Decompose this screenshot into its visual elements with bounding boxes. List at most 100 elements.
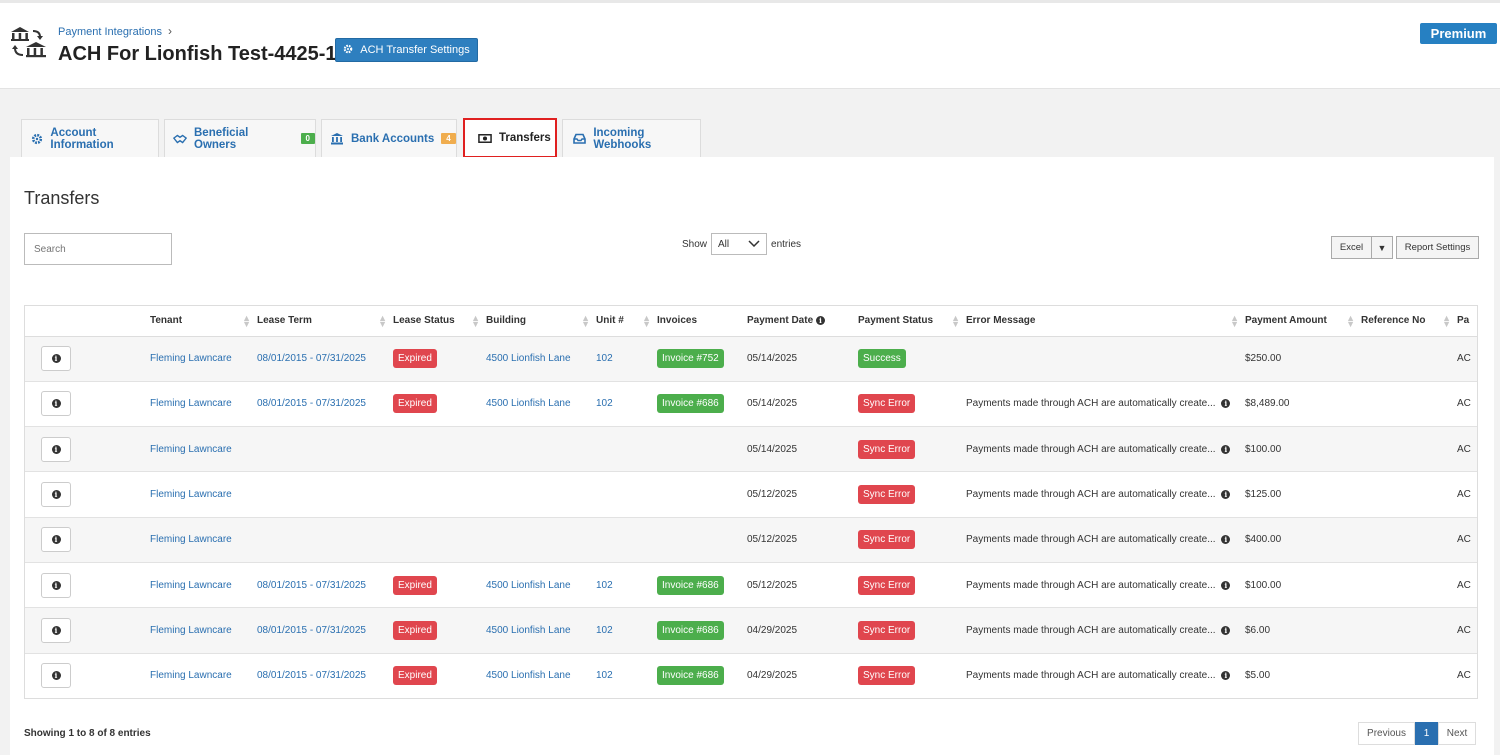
- col-header-lease-term[interactable]: Lease Term ▲ ▼: [257, 306, 393, 337]
- error-message-text: Payments made through ACH are automatica…: [966, 534, 1231, 545]
- col-header-unit[interactable]: Unit # ▲ ▼: [596, 306, 657, 337]
- premium-badge[interactable]: Premium: [1420, 23, 1497, 44]
- cell-building: [486, 471, 596, 518]
- table-row: i Fleming Lawncare 08/01/2015 - 07/31/2025…: [25, 381, 1477, 428]
- col-header-payment-amount[interactable]: Payment Amount ▲ ▼: [1245, 306, 1361, 337]
- sort-icon: ▲ ▼: [378, 313, 387, 329]
- payment-status-badge: Sync Error: [858, 530, 916, 550]
- unit-link[interactable]: 102: [596, 670, 613, 681]
- table-row: i Fleming Lawncare 08/01/2015 - 07/31/2025…: [25, 607, 1477, 654]
- unit-link[interactable]: 102: [596, 398, 613, 409]
- cell-payment-amount: $100.00: [1245, 426, 1361, 473]
- tab-transfers[interactable]: Transfers: [463, 118, 557, 158]
- tab-bank-accounts[interactable]: Bank Accounts 4: [321, 119, 457, 157]
- entries-select[interactable]: All: [711, 233, 768, 255]
- search-input[interactable]: [24, 233, 172, 265]
- info-icon[interactable]: i: [1221, 580, 1231, 590]
- lease-term-link[interactable]: 08/01/2015 - 07/31/2025: [257, 398, 366, 409]
- col-header-lease-status[interactable]: Lease Status ▲ ▼: [393, 306, 486, 337]
- lease-term-link[interactable]: 08/01/2015 - 07/31/2025: [257, 625, 366, 636]
- cell-reference-no: [1361, 381, 1457, 428]
- page-1-button[interactable]: 1: [1415, 722, 1438, 745]
- tab-beneficial-owners[interactable]: Beneficial Owners 0: [164, 119, 316, 157]
- building-link[interactable]: 4500 Lionfish Lane: [486, 398, 571, 409]
- excel-export-button[interactable]: Excel: [1331, 236, 1372, 259]
- row-details-button[interactable]: i: [41, 527, 71, 553]
- invoice-badge[interactable]: Invoice #686: [657, 394, 724, 414]
- excel-dropdown-caret-icon[interactable]: ▼: [1371, 236, 1393, 259]
- col-header-error-message[interactable]: Error Message ▲ ▼: [966, 306, 1245, 337]
- lease-term-link[interactable]: 08/01/2015 - 07/31/2025: [257, 580, 366, 591]
- invoice-badge[interactable]: Invoice #752: [657, 349, 724, 369]
- lease-term-link[interactable]: 08/01/2015 - 07/31/2025: [257, 353, 366, 364]
- row-details-button[interactable]: i: [41, 482, 71, 508]
- invoice-badge[interactable]: Invoice #686: [657, 575, 724, 595]
- tenant-link[interactable]: Fleming Lawncare: [150, 625, 232, 636]
- table-row: i Fleming Lawncare 05/14/2025 Sync Error Pay…: [25, 426, 1477, 473]
- previous-page-button[interactable]: Previous: [1358, 722, 1415, 745]
- cell-info: i: [25, 426, 150, 473]
- row-details-button[interactable]: i: [41, 572, 71, 598]
- col-header-payment-status[interactable]: Payment Status ▲ ▼: [858, 306, 966, 337]
- tenant-link[interactable]: Fleming Lawncare: [150, 353, 232, 364]
- tenant-link[interactable]: Fleming Lawncare: [150, 489, 232, 500]
- cell-invoice: Invoice #686: [657, 607, 747, 654]
- report-settings-button[interactable]: Report Settings: [1396, 236, 1479, 259]
- col-header-building[interactable]: Building ▲ ▼: [486, 306, 596, 337]
- unit-link[interactable]: 102: [596, 580, 613, 591]
- lease-term-link[interactable]: 08/01/2015 - 07/31/2025: [257, 670, 366, 681]
- cell-unit: [596, 471, 657, 518]
- cell-error-message: Payments made through ACH are automatica…: [966, 653, 1245, 698]
- building-link[interactable]: 4500 Lionfish Lane: [486, 580, 571, 591]
- cell-lease-term: [257, 471, 393, 518]
- cell-payment-method: AC: [1457, 336, 1477, 382]
- cell-payment-status: Sync Error: [858, 653, 966, 698]
- cell-info: i: [25, 562, 150, 609]
- unit-link[interactable]: 102: [596, 625, 613, 636]
- tenant-link[interactable]: Fleming Lawncare: [150, 444, 232, 455]
- col-header-reference-no[interactable]: Reference No ▲ ▼: [1361, 306, 1457, 337]
- info-icon[interactable]: i: [1221, 671, 1231, 681]
- breadcrumb-payment-integrations[interactable]: Payment Integrations: [58, 26, 162, 38]
- tenant-link[interactable]: Fleming Lawncare: [150, 670, 232, 681]
- row-details-button[interactable]: i: [41, 391, 71, 417]
- section-title: Transfers: [24, 188, 100, 208]
- table-row: i Fleming Lawncare 08/01/2015 - 07/31/2025…: [25, 653, 1477, 698]
- col-header-payment-date[interactable]: Payment Date i: [747, 306, 858, 337]
- tenant-link[interactable]: Fleming Lawncare: [150, 534, 232, 545]
- tenant-link[interactable]: Fleming Lawncare: [150, 580, 232, 591]
- building-link[interactable]: 4500 Lionfish Lane: [486, 353, 571, 364]
- tenant-link[interactable]: Fleming Lawncare: [150, 398, 232, 409]
- tab-label: Beneficial Owners: [194, 126, 249, 151]
- tab-incoming-webhooks[interactable]: Incoming Webhooks: [562, 119, 701, 157]
- cell-lease-term: 08/01/2015 - 07/31/2025: [257, 607, 393, 654]
- cell-building: 4500 Lionfish Lane: [486, 562, 596, 609]
- invoice-badge[interactable]: Invoice #686: [657, 666, 724, 686]
- unit-link[interactable]: 102: [596, 353, 613, 364]
- tab-account-information[interactable]: Account Information: [21, 119, 159, 157]
- row-details-button[interactable]: i: [41, 617, 71, 643]
- ach-transfer-settings-button[interactable]: ACH Transfer Settings: [335, 38, 478, 62]
- col-header-tenant[interactable]: Tenant ▲ ▼: [150, 306, 257, 337]
- building-link[interactable]: 4500 Lionfish Lane: [486, 670, 571, 681]
- row-details-button[interactable]: i: [41, 436, 71, 462]
- info-icon[interactable]: i: [815, 316, 825, 326]
- pagination: Previous 1 Next: [1358, 722, 1476, 745]
- info-icon[interactable]: i: [1221, 625, 1231, 635]
- info-icon[interactable]: i: [1221, 535, 1231, 545]
- building-link[interactable]: 4500 Lionfish Lane: [486, 625, 571, 636]
- tab-label: Account Information: [50, 126, 114, 151]
- info-icon[interactable]: i: [1221, 444, 1231, 454]
- cell-invoice: [657, 517, 747, 563]
- info-icon: i: [51, 625, 61, 635]
- info-icon[interactable]: i: [1221, 399, 1231, 409]
- info-icon[interactable]: i: [1221, 490, 1231, 500]
- row-details-button[interactable]: i: [41, 346, 71, 372]
- next-page-button[interactable]: Next: [1438, 722, 1476, 745]
- col-header-payment-method[interactable]: Pa: [1457, 306, 1477, 337]
- cell-payment-amount: $400.00: [1245, 517, 1361, 563]
- row-details-button[interactable]: i: [41, 663, 71, 689]
- tab-label: Incoming Webhooks: [593, 126, 652, 151]
- cell-payment-date: 05/14/2025: [747, 381, 858, 428]
- invoice-badge[interactable]: Invoice #686: [657, 620, 724, 640]
